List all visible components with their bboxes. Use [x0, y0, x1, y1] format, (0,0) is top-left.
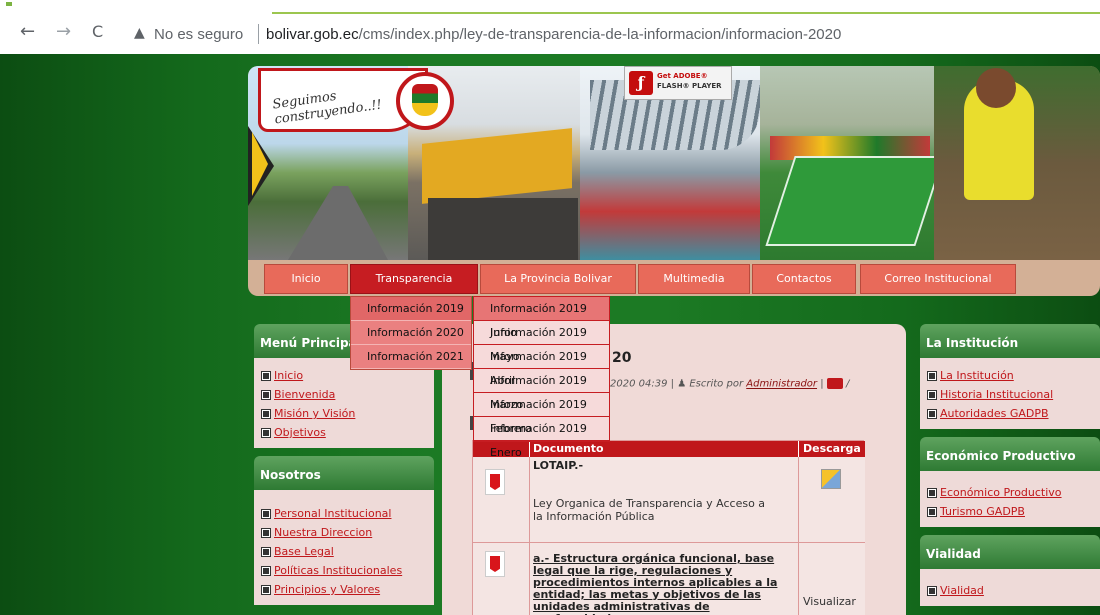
- visualizar-link[interactable]: Visualizar: [803, 595, 856, 608]
- nav-multimedia[interactable]: Multimedia: [638, 264, 750, 294]
- address-bar: ← → C ▲ No es seguro bolivar.gob.ec/cms/…: [0, 14, 1100, 54]
- meta-written-by: Escrito por: [689, 378, 744, 390]
- nosotros-link-personal[interactable]: Personal Institucional: [261, 504, 426, 523]
- article-meta: 2020 04:39 | ♟ Escrito por Administrador…: [610, 378, 850, 390]
- dropdown-item-2019[interactable]: Información 2019: [351, 297, 471, 321]
- flash-icon: ƒ: [629, 71, 653, 95]
- tab-indicator: [6, 2, 12, 6]
- row2-document-link[interactable]: a.- Estructura orgánica funcional, base …: [533, 553, 791, 615]
- submenu-item-marzo[interactable]: Información 2019 Marzo: [474, 369, 609, 411]
- meta-author-link[interactable]: Administrador: [746, 379, 817, 390]
- nosotros-link-politicas[interactable]: Políticas Institucionales: [261, 561, 426, 580]
- informacion-2019-submenu: Información 2019 Junio Información 2019 …: [473, 296, 610, 459]
- person-head: [976, 68, 1016, 108]
- nav-inicio[interactable]: Inicio: [264, 264, 348, 294]
- eco-link-turismo[interactable]: Turismo GADPB: [927, 502, 1092, 521]
- nav-provincia-bolivar[interactable]: La Provincia Bolivar: [480, 264, 636, 294]
- meta-date: 2020 04:39 |: [610, 378, 674, 390]
- flash-player-badge[interactable]: ƒ Get ADOBE® FLASH® PLAYER: [624, 66, 732, 100]
- column-divider: [798, 457, 799, 615]
- vialidad-title: Vialidad: [920, 535, 1100, 569]
- paving-machine: [422, 128, 572, 204]
- logo-shield-icon: [412, 84, 438, 116]
- menu-principal-list: Inicio Bienvenida Misión y Visión Objeti…: [254, 358, 434, 448]
- site-wrapper: Seguimos construyendo..!! ƒ Get ADOBE® F…: [248, 66, 1100, 615]
- article-title: 20: [612, 350, 632, 366]
- author-icon: ♟: [677, 378, 687, 390]
- asphalt: [428, 198, 578, 260]
- institucion-title: La Institución: [920, 324, 1100, 358]
- submenu-item-enero[interactable]: Información 2019 Enero: [474, 417, 609, 459]
- menu-link-objetivos[interactable]: Objetivos: [261, 423, 426, 442]
- transparencia-dropdown: Información 2019 Información 2020 Inform…: [350, 296, 472, 370]
- flash-line1: Get ADOBE®: [657, 72, 708, 80]
- nav-contactos[interactable]: Contactos: [752, 264, 856, 294]
- inst-link-la-institucion[interactable]: La Institución: [927, 366, 1092, 385]
- vial-link-vialidad[interactable]: Vialidad: [927, 581, 1092, 600]
- pdf-icon: [485, 469, 505, 495]
- warning-icon[interactable]: ▲: [134, 25, 145, 41]
- institucion-list: La Institución Historia Institucional Au…: [920, 358, 1100, 429]
- economico-list: Económico Productivo Turismo GADPB: [920, 471, 1100, 527]
- table-header-documento: Documento: [530, 441, 798, 457]
- table-row: a.- Estructura orgánica funcional, base …: [473, 543, 865, 615]
- submenu-item-abril[interactable]: Información 2019 Abril: [474, 345, 609, 387]
- banner-planting-photo: [934, 66, 1100, 260]
- nosotros-title: Nosotros: [254, 456, 434, 490]
- url-separator: [258, 24, 259, 44]
- row1-description: Ley Organica de Transparencia y Acceso a…: [533, 497, 766, 523]
- print-icon[interactable]: [826, 378, 843, 389]
- table-row: LOTAIP.- Ley Organica de Transparencia y…: [473, 457, 865, 543]
- documents-table: Documento Descarga LOTAIP.- Ley Organica…: [472, 440, 865, 615]
- inst-link-historia[interactable]: Historia Institucional: [927, 385, 1092, 404]
- banner-stadium-photo: [760, 66, 945, 260]
- nosotros-link-direccion[interactable]: Nuestra Direccion: [261, 523, 426, 542]
- header-banner: Seguimos construyendo..!! ƒ Get ADOBE® F…: [248, 66, 1100, 260]
- submenu-item-febrero[interactable]: Información 2019 Febrero: [474, 393, 609, 435]
- vialidad-list: Vialidad: [920, 569, 1100, 606]
- institucion-box: La Institución La Institución Historia I…: [920, 324, 1100, 429]
- economico-box: Económico Productivo Económico Productiv…: [920, 437, 1100, 527]
- url-field[interactable]: bolivar.gob.ec/cms/index.php/ley-de-tran…: [266, 26, 841, 43]
- column-divider: [529, 457, 530, 615]
- main-nav: Inicio Transparencia La Provincia Boliva…: [248, 260, 1100, 296]
- back-arrow-icon[interactable]: ←: [20, 22, 35, 42]
- dropdown-item-2020[interactable]: Información 2020: [351, 321, 471, 345]
- economico-title: Económico Productivo: [920, 437, 1100, 471]
- dropdown-item-2021[interactable]: Información 2021: [351, 345, 471, 369]
- stadium-field: [765, 156, 945, 246]
- security-status[interactable]: No es seguro: [154, 26, 243, 43]
- submenu-item-junio[interactable]: Información 2019 Junio: [474, 297, 609, 339]
- browser-top-strip: [0, 0, 1100, 15]
- nosotros-link-base-legal[interactable]: Base Legal: [261, 542, 426, 561]
- menu-link-mision-vision[interactable]: Misión y Visión: [261, 404, 426, 423]
- nav-transparencia[interactable]: Transparencia: [350, 264, 478, 294]
- url-path: /cms/index.php/ley-de-transparencia-de-l…: [358, 26, 842, 43]
- download-icon[interactable]: [821, 469, 841, 489]
- pdf-icon: [485, 551, 505, 577]
- nosotros-link-principios[interactable]: Principios y Valores: [261, 580, 426, 599]
- submenu-item-mayo[interactable]: Información 2019 Mayo: [474, 321, 609, 363]
- inst-link-autoridades[interactable]: Autoridades GADPB: [927, 404, 1092, 423]
- nav-correo-institucional[interactable]: Correo Institucional: [860, 264, 1016, 294]
- page-background: Seguimos construyendo..!! ƒ Get ADOBE® F…: [0, 54, 1100, 615]
- flash-line2: FLASH® PLAYER: [657, 82, 722, 90]
- forward-arrow-icon[interactable]: →: [56, 22, 71, 42]
- eco-link-economico[interactable]: Económico Productivo: [927, 483, 1092, 502]
- right-sidebar: La Institución La Institución Historia I…: [920, 324, 1100, 615]
- nosotros-box: Nosotros Personal Institucional Nuestra …: [254, 456, 434, 605]
- url-host: bolivar.gob.ec: [266, 26, 359, 43]
- reload-icon[interactable]: C: [92, 22, 103, 42]
- road-shape: [288, 186, 388, 260]
- row1-title: LOTAIP.-: [533, 459, 584, 472]
- menu-link-bienvenida[interactable]: Bienvenida: [261, 385, 426, 404]
- table-header-descarga: Descarga: [799, 441, 865, 457]
- vialidad-box: Vialidad Vialidad: [920, 535, 1100, 606]
- nosotros-list: Personal Institucional Nuestra Direccion…: [254, 490, 434, 605]
- prefectura-logo[interactable]: [396, 72, 454, 130]
